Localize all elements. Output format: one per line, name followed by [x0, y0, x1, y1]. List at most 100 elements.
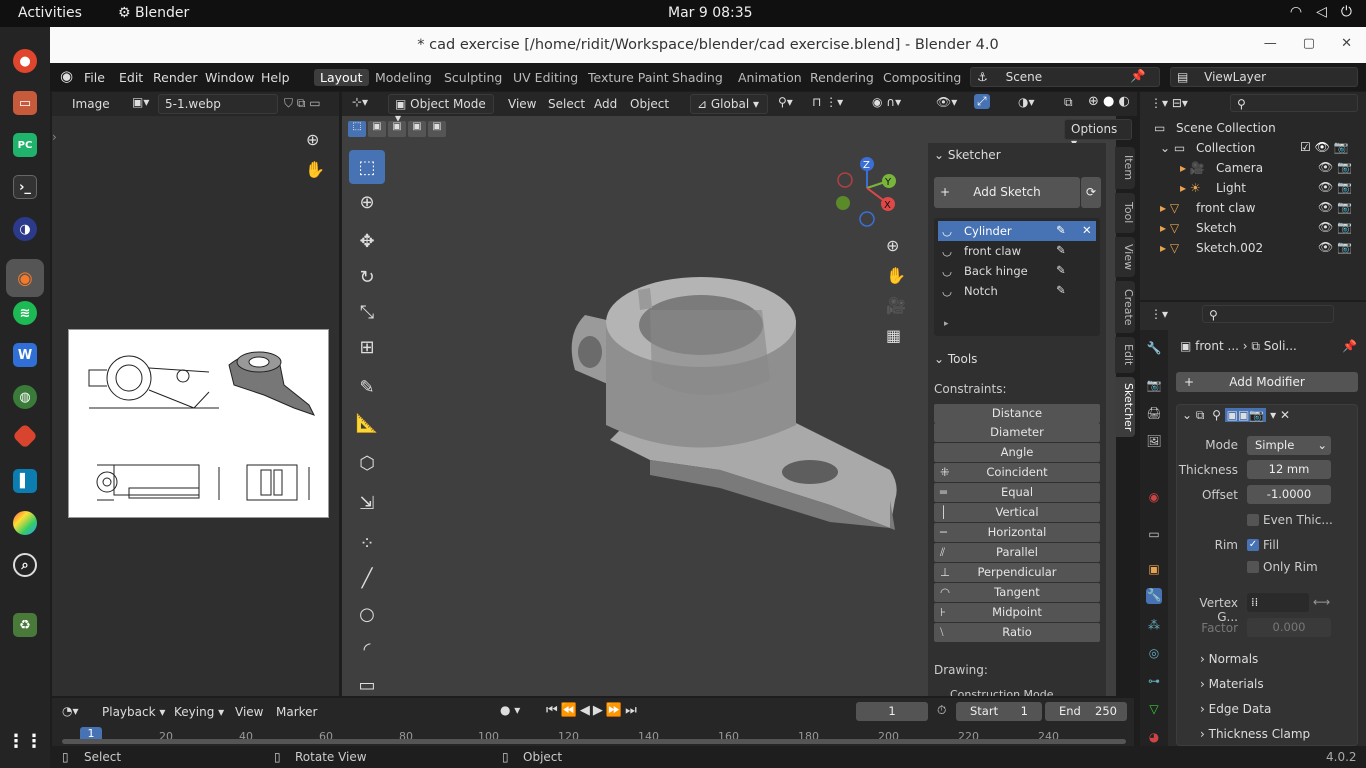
select-box-tool[interactable]: ⬚: [349, 150, 385, 184]
thickness-field[interactable]: 12 mm: [1247, 460, 1331, 479]
outliner-item-front-claw[interactable]: ▸ ▽ front claw 👁 📷: [1140, 198, 1356, 218]
viewport-menu-object[interactable]: Object: [630, 97, 669, 111]
timeline-menu-marker[interactable]: Marker: [276, 705, 317, 719]
thickness-clamp-section[interactable]: › Thickness Clamp: [1200, 727, 1310, 741]
constraint-ratio-button[interactable]: ⧵ Ratio: [934, 623, 1100, 642]
tool-tab-icon[interactable]: 🔧: [1146, 341, 1162, 357]
git-icon[interactable]: [12, 423, 38, 449]
annotate-tool[interactable]: ✎: [349, 370, 385, 404]
add-modifier-button[interactable]: + Add Modifier: [1176, 372, 1358, 392]
spotify-icon[interactable]: ≋: [13, 301, 37, 325]
options-dropdown[interactable]: Options ▾: [1064, 119, 1132, 150]
data-tab-icon[interactable]: ▽: [1146, 702, 1162, 718]
pivot-icon[interactable]: ⚲▾: [778, 95, 793, 109]
sketch-item-cylinder[interactable]: ◡ Cylinder ✎ ✕: [938, 221, 1096, 241]
constraint-distance-button[interactable]: Distance: [934, 404, 1100, 423]
material-tab-icon[interactable]: ◕: [1146, 730, 1162, 746]
eye-icon[interactable]: 👁 📷: [1318, 200, 1352, 214]
menu-edit[interactable]: Edit: [119, 70, 143, 85]
tab-compositing[interactable]: Compositing: [877, 69, 967, 86]
fake-user-icon[interactable]: ⛉ ⧉ ▭: [284, 96, 321, 111]
sketch-item-front-claw[interactable]: ◡ front claw ✎: [938, 241, 1096, 261]
sketcher-panel-header[interactable]: ⌄ Sketcher: [934, 148, 1001, 162]
physics-tab-icon[interactable]: ◎: [1146, 646, 1162, 662]
timeline-scrollbar[interactable]: [62, 739, 1126, 744]
xray-icon[interactable]: ⧉: [1064, 95, 1073, 110]
tab-sculpting[interactable]: Sculpting: [438, 69, 508, 86]
object-mode-dropdown[interactable]: ▣ Object Mode ▾: [388, 94, 494, 125]
constraint-coincident-button[interactable]: ⁜ Coincident: [934, 463, 1100, 482]
outliner-editor-icon[interactable]: ⋮▾ ⊟▾: [1150, 96, 1188, 110]
activities-button[interactable]: Activities: [18, 5, 82, 21]
eclipse-icon[interactable]: ◑: [13, 217, 37, 241]
menu-render[interactable]: Render: [153, 70, 198, 85]
viewport-zoom-icon[interactable]: ⊕: [886, 236, 899, 255]
add-circle-tool[interactable]: ○: [349, 597, 385, 631]
ntab-sketcher[interactable]: Sketcher: [1115, 377, 1135, 437]
viewport-pan-icon[interactable]: ✋: [886, 266, 906, 285]
snap-icon[interactable]: ⊓ ⋮▾: [812, 95, 843, 109]
image-menu[interactable]: Image: [72, 97, 110, 111]
eye-icon[interactable]: 👁 📷: [1318, 220, 1352, 234]
pin-icon[interactable]: 📌: [1342, 339, 1357, 353]
constraint-diameter-button[interactable]: Diameter: [934, 423, 1100, 442]
edit-pencil-icon[interactable]: ✎: [1056, 223, 1066, 237]
ntab-edit[interactable]: Edit: [1115, 337, 1135, 373]
measure-tool[interactable]: 📐: [349, 406, 385, 440]
app-menu[interactable]: ⚙ Blender: [118, 5, 189, 21]
ntab-create[interactable]: Create: [1115, 281, 1135, 333]
constraint-horizontal-button[interactable]: ─ Horizontal: [934, 523, 1100, 542]
ntab-item[interactable]: Item: [1115, 147, 1135, 189]
properties-search-input[interactable]: ⚲: [1202, 305, 1334, 323]
factor-field[interactable]: 0.000: [1247, 618, 1331, 637]
outliner-item-sketch[interactable]: ▸ ▽ Sketch 👁 📷: [1140, 218, 1356, 238]
viewport-menu-select[interactable]: Select: [548, 97, 585, 111]
viewport-menu-view[interactable]: View: [508, 97, 536, 111]
outliner-item-light[interactable]: ▸ ☀ Light 👁 📷: [1140, 178, 1356, 198]
pin-icon[interactable]: 📌: [1130, 68, 1146, 84]
add-point-tool[interactable]: ⁘: [349, 526, 385, 560]
timeline-menu-view[interactable]: View: [235, 705, 263, 719]
sketch-item-back-hinge[interactable]: ◡ Back hinge ✎: [938, 261, 1096, 281]
output-tab-icon[interactable]: 🖨: [1146, 406, 1162, 422]
add-sketch-button[interactable]: + Add Sketch: [934, 177, 1080, 208]
object-tab-icon[interactable]: ▣: [1146, 562, 1162, 578]
record-icon[interactable]: ● ▾: [500, 703, 520, 717]
refresh-icon[interactable]: ⟳: [1081, 177, 1101, 208]
constraint-parallel-button[interactable]: ⫽ Parallel: [934, 543, 1100, 562]
shading-modes-icon[interactable]: ⊕ ● ◐: [1088, 94, 1130, 109]
world-tab-icon[interactable]: ◉: [1146, 490, 1162, 506]
trash-icon[interactable]: ♻: [13, 613, 37, 637]
select-intersect-icon[interactable]: ▣: [428, 121, 446, 137]
outliner-search-input[interactable]: ⚲: [1230, 94, 1358, 112]
app-grid-icon[interactable]: ⋮⋮: [7, 729, 43, 753]
collection-tab-icon[interactable]: ▭: [1146, 527, 1162, 543]
ntab-tool[interactable]: Tool: [1115, 193, 1135, 233]
playback-controls[interactable]: ⏮⏪◀▶⏩⏭: [546, 703, 640, 718]
tab-uv-editing[interactable]: UV Editing: [507, 69, 584, 86]
minimize-icon[interactable]: —: [1264, 36, 1277, 51]
globe-icon[interactable]: ◍: [13, 385, 37, 409]
tab-texture-paint[interactable]: Texture Paint: [582, 69, 675, 86]
edit-pencil-icon[interactable]: ✎: [1056, 283, 1066, 297]
constraint-angle-button[interactable]: Angle: [934, 443, 1100, 462]
editor-icon[interactable]: ▌: [13, 469, 37, 493]
word-icon[interactable]: W: [13, 343, 37, 367]
materials-section[interactable]: › Materials: [1200, 677, 1264, 691]
tab-modeling[interactable]: Modeling: [369, 69, 438, 86]
chrome-icon[interactable]: ●: [13, 49, 37, 73]
normals-section[interactable]: › Normals: [1200, 652, 1258, 666]
constraint-equal-button[interactable]: ═ Equal: [934, 483, 1100, 502]
close-icon[interactable]: ✕: [1341, 36, 1352, 51]
outliner-item-sketch-002[interactable]: ▸ ▽ Sketch.002 👁 📷: [1140, 238, 1356, 258]
move-tool[interactable]: ✥: [349, 224, 385, 258]
menu-help[interactable]: Help: [261, 70, 290, 85]
checkbox-icon[interactable]: ☑ 👁 📷: [1300, 140, 1349, 154]
select-extend-icon[interactable]: ▣: [368, 121, 386, 137]
current-frame-field[interactable]: 1: [856, 702, 928, 721]
timeline-editor-icon[interactable]: ◔▾: [62, 704, 79, 718]
even-thickness-checkbox[interactable]: [1247, 514, 1259, 526]
scale-tool[interactable]: ⤡: [349, 295, 385, 329]
end-frame-field[interactable]: End 250: [1045, 702, 1127, 721]
maximize-icon[interactable]: ▢: [1303, 36, 1315, 51]
